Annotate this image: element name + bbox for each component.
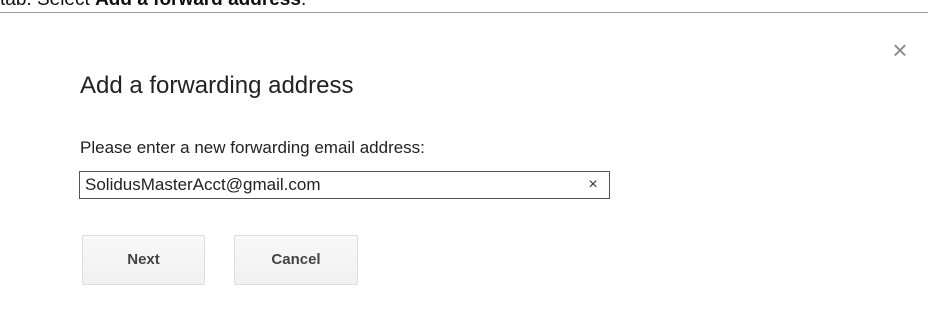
forwarding-email-input[interactable]	[80, 172, 575, 198]
dialog-title: Add a forwarding address	[80, 72, 354, 99]
instruction-prefix: tab. Select	[0, 0, 95, 10]
email-prompt: Please enter a new forwarding email addr…	[80, 138, 425, 157]
instruction-suffix: .	[301, 0, 306, 10]
instruction-bold: Add a forward address	[95, 0, 301, 10]
close-icon[interactable]: ×	[887, 37, 913, 63]
clear-icon[interactable]: ×	[584, 175, 602, 195]
next-button[interactable]: Next	[82, 235, 205, 285]
email-field-container: ×	[79, 171, 610, 199]
cancel-button[interactable]: Cancel	[234, 235, 358, 285]
instruction-text: tab. Select Add a forward address.	[0, 0, 928, 13]
forwarding-dialog: × Add a forwarding address Please enter …	[0, 13, 928, 333]
